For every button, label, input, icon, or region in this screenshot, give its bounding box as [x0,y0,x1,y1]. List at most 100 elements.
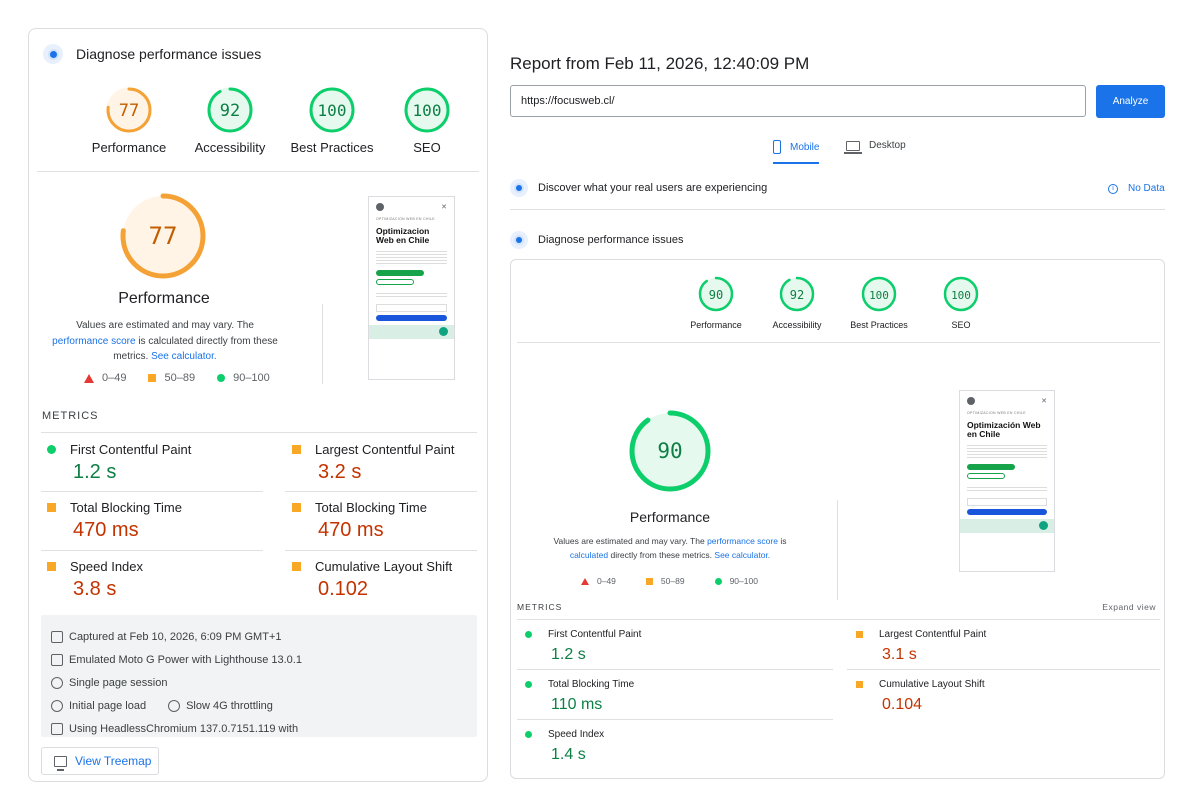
svg-text:90: 90 [657,439,682,463]
svg-text:77: 77 [149,222,178,250]
right-metric-cls: Cumulative Layout Shift 0.104 [856,679,985,714]
divider [41,491,263,492]
divider [37,171,479,172]
right-gauge-best-practices[interactable]: 100 Best Practices [839,276,919,330]
good-circle-icon [217,374,226,382]
url-input[interactable] [510,85,1086,117]
left-gauge-best-practices[interactable]: 100 Best Practices [284,86,380,155]
right-section-title: Diagnose performance issues [538,234,684,246]
right-metric-fcp: First Contentful Paint 1.2 s [525,629,641,664]
see-calculator-link[interactable]: See calculator. [714,550,770,560]
right-gauge-label: SEO [951,320,971,330]
vertical-divider [322,304,323,384]
divider [285,491,477,492]
svg-text:90: 90 [709,288,723,302]
poor-triangle-icon [581,577,589,585]
left-metric-lcp: Largest Contentful Paint 3.2 s [292,442,454,484]
laptop-icon [51,653,63,666]
right-section-header: Diagnose performance issues [510,231,684,249]
left-score-legend: 0–49 50–89 90–100 [84,372,292,384]
tab-mobile[interactable]: Mobile [773,140,820,164]
good-indicator-icon [525,631,532,638]
average-indicator-icon [856,631,863,638]
timer-icon [51,676,63,689]
left-gauge-performance[interactable]: 77 Performance [81,86,177,155]
vertical-divider [837,500,838,600]
good-circle-icon [714,577,722,585]
no-data-indicator[interactable]: i No Data [1108,183,1165,194]
right-big-gauge: 90 [628,409,712,493]
performance-score-link[interactable]: performance score [52,336,135,347]
good-indicator-icon [47,445,56,454]
left-metric-cls: Cumulative Layout Shift 0.102 [292,559,452,601]
right-metrics-title: METRICS [517,602,563,612]
view-treemap-button[interactable]: View Treemap [41,747,159,775]
close-icon: ✕ [1041,398,1047,405]
right-big-gauge-label: Performance [629,509,711,525]
left-gauge-best-practices-ring: 100 [309,87,355,133]
tab-desktop[interactable]: Desktop [844,140,906,159]
left-gauge-seo[interactable]: 100 SEO [379,86,475,155]
runtime-environment-box: Captured at Feb 10, 2026, 6:09 PM GMT+1 … [41,615,477,737]
left-gauge-accessibility-ring: 92 [207,87,253,133]
good-indicator-icon [525,731,532,738]
env-session: Single page session [69,676,168,689]
thumb-kicker: OPTIMIZACION WEB EN CHILE [376,217,435,221]
site-logo-icon [376,203,384,211]
info-icon: i [1108,183,1118,194]
svg-text:77: 77 [119,101,139,121]
users-icon [510,179,528,197]
divider [847,669,1160,670]
site-logo-icon [967,397,975,405]
chat-fab-icon [439,326,448,336]
see-calculator-link[interactable]: See calculator. [151,351,217,362]
divider [41,550,263,551]
divider [41,432,477,433]
left-gauge-accessibility[interactable]: 92 Accessibility [182,86,278,155]
svg-text:92: 92 [790,288,804,302]
right-gauge-accessibility[interactable]: 92 Accessibility [757,276,837,330]
diagnose-icon [510,231,528,249]
device-tabs-desktop: Desktop [844,140,906,159]
divider [517,719,833,720]
expand-view-link[interactable]: Expand view [1102,602,1156,612]
svg-text:100: 100 [318,101,347,120]
average-square-icon [645,577,653,585]
divider [517,342,1160,343]
analyze-button[interactable]: Analyze [1096,85,1165,118]
calculated-link[interactable]: calculated [570,550,608,560]
performance-score-link[interactable]: performance score [707,536,778,546]
average-indicator-icon [292,562,301,571]
close-icon: ✕ [441,204,447,211]
average-indicator-icon [292,445,301,454]
right-gauge-seo[interactable]: 100 SEO [921,276,1001,330]
right-gauge-label: Performance [690,320,742,330]
good-indicator-icon [525,681,532,688]
right-metric-lcp: Largest Contentful Paint 3.1 s [856,629,986,664]
left-gauge-label: Performance [91,140,167,155]
right-gauge-label: Best Practices [850,320,908,330]
left-metric-tbt: Total Blocking Time 470 ms [47,500,182,542]
left-metrics-title: METRICS [42,410,99,422]
divider [510,209,1165,210]
right-gauge-accessibility-ring: 92 [779,276,815,312]
browser-icon [51,722,63,735]
left-gauge-seo-ring: 100 [404,87,450,133]
divider [517,619,1160,620]
env-captured: Captured at Feb 10, 2026, 6:09 PM GMT+1 [69,630,282,643]
view-treemap-label: View Treemap [75,754,152,768]
right-diagnose-card: 90 Performance 92 Accessibility 100 Best… [510,259,1165,779]
left-big-gauge-ring: 77 [120,193,206,279]
left-gauge-label: SEO [413,140,441,155]
right-gauge-performance[interactable]: 90 Performance [676,276,756,330]
signal-icon [168,699,181,712]
right-metric-tbt: Total Blocking Time 110 ms [525,679,634,714]
left-big-gauge: 77 [119,192,207,280]
right-page-thumbnail: ✕ OPTIMIZACION WEB EN CHILE Optimización… [959,390,1055,572]
thumb-kicker: OPTIMIZACION WEB EN CHILE [967,411,1026,415]
left-score-note: Values are estimated and may vary. The p… [52,320,278,362]
right-gauge-best-practices-ring: 100 [861,276,897,312]
left-metric-tbt-2: Total Blocking Time 470 ms [292,500,427,542]
treemap-icon [54,755,67,771]
average-square-icon [148,374,157,382]
